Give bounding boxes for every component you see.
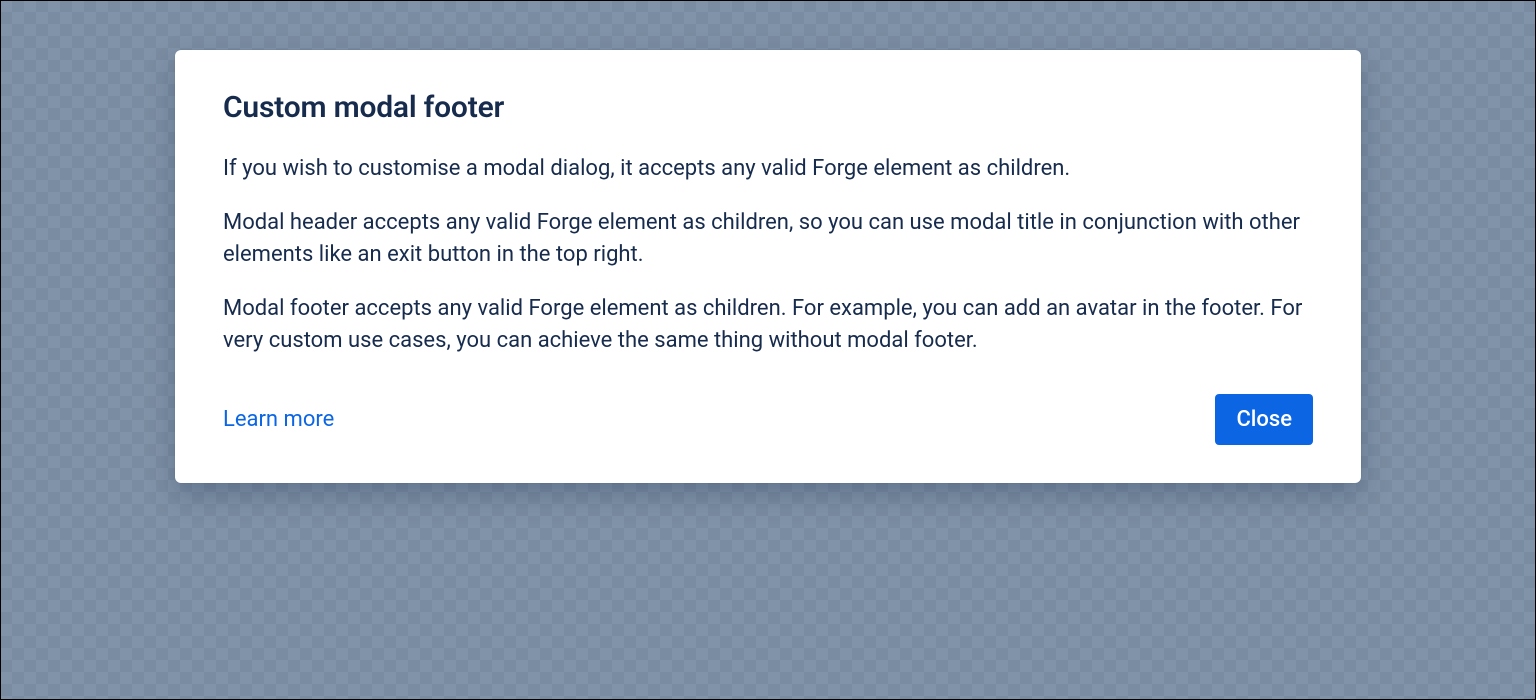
modal-footer: Learn more Close bbox=[223, 394, 1313, 445]
close-button[interactable]: Close bbox=[1215, 394, 1313, 445]
modal-paragraph: Modal header accepts any valid Forge ele… bbox=[223, 207, 1313, 271]
modal-backdrop: Custom modal footer If you wish to custo… bbox=[0, 0, 1536, 700]
modal-body: If you wish to customise a modal dialog,… bbox=[223, 153, 1313, 356]
learn-more-link[interactable]: Learn more bbox=[223, 407, 334, 432]
modal-title: Custom modal footer bbox=[223, 90, 1313, 125]
modal-paragraph: If you wish to customise a modal dialog,… bbox=[223, 153, 1313, 185]
modal-dialog: Custom modal footer If you wish to custo… bbox=[175, 50, 1361, 483]
modal-paragraph: Modal footer accepts any valid Forge ele… bbox=[223, 293, 1313, 357]
